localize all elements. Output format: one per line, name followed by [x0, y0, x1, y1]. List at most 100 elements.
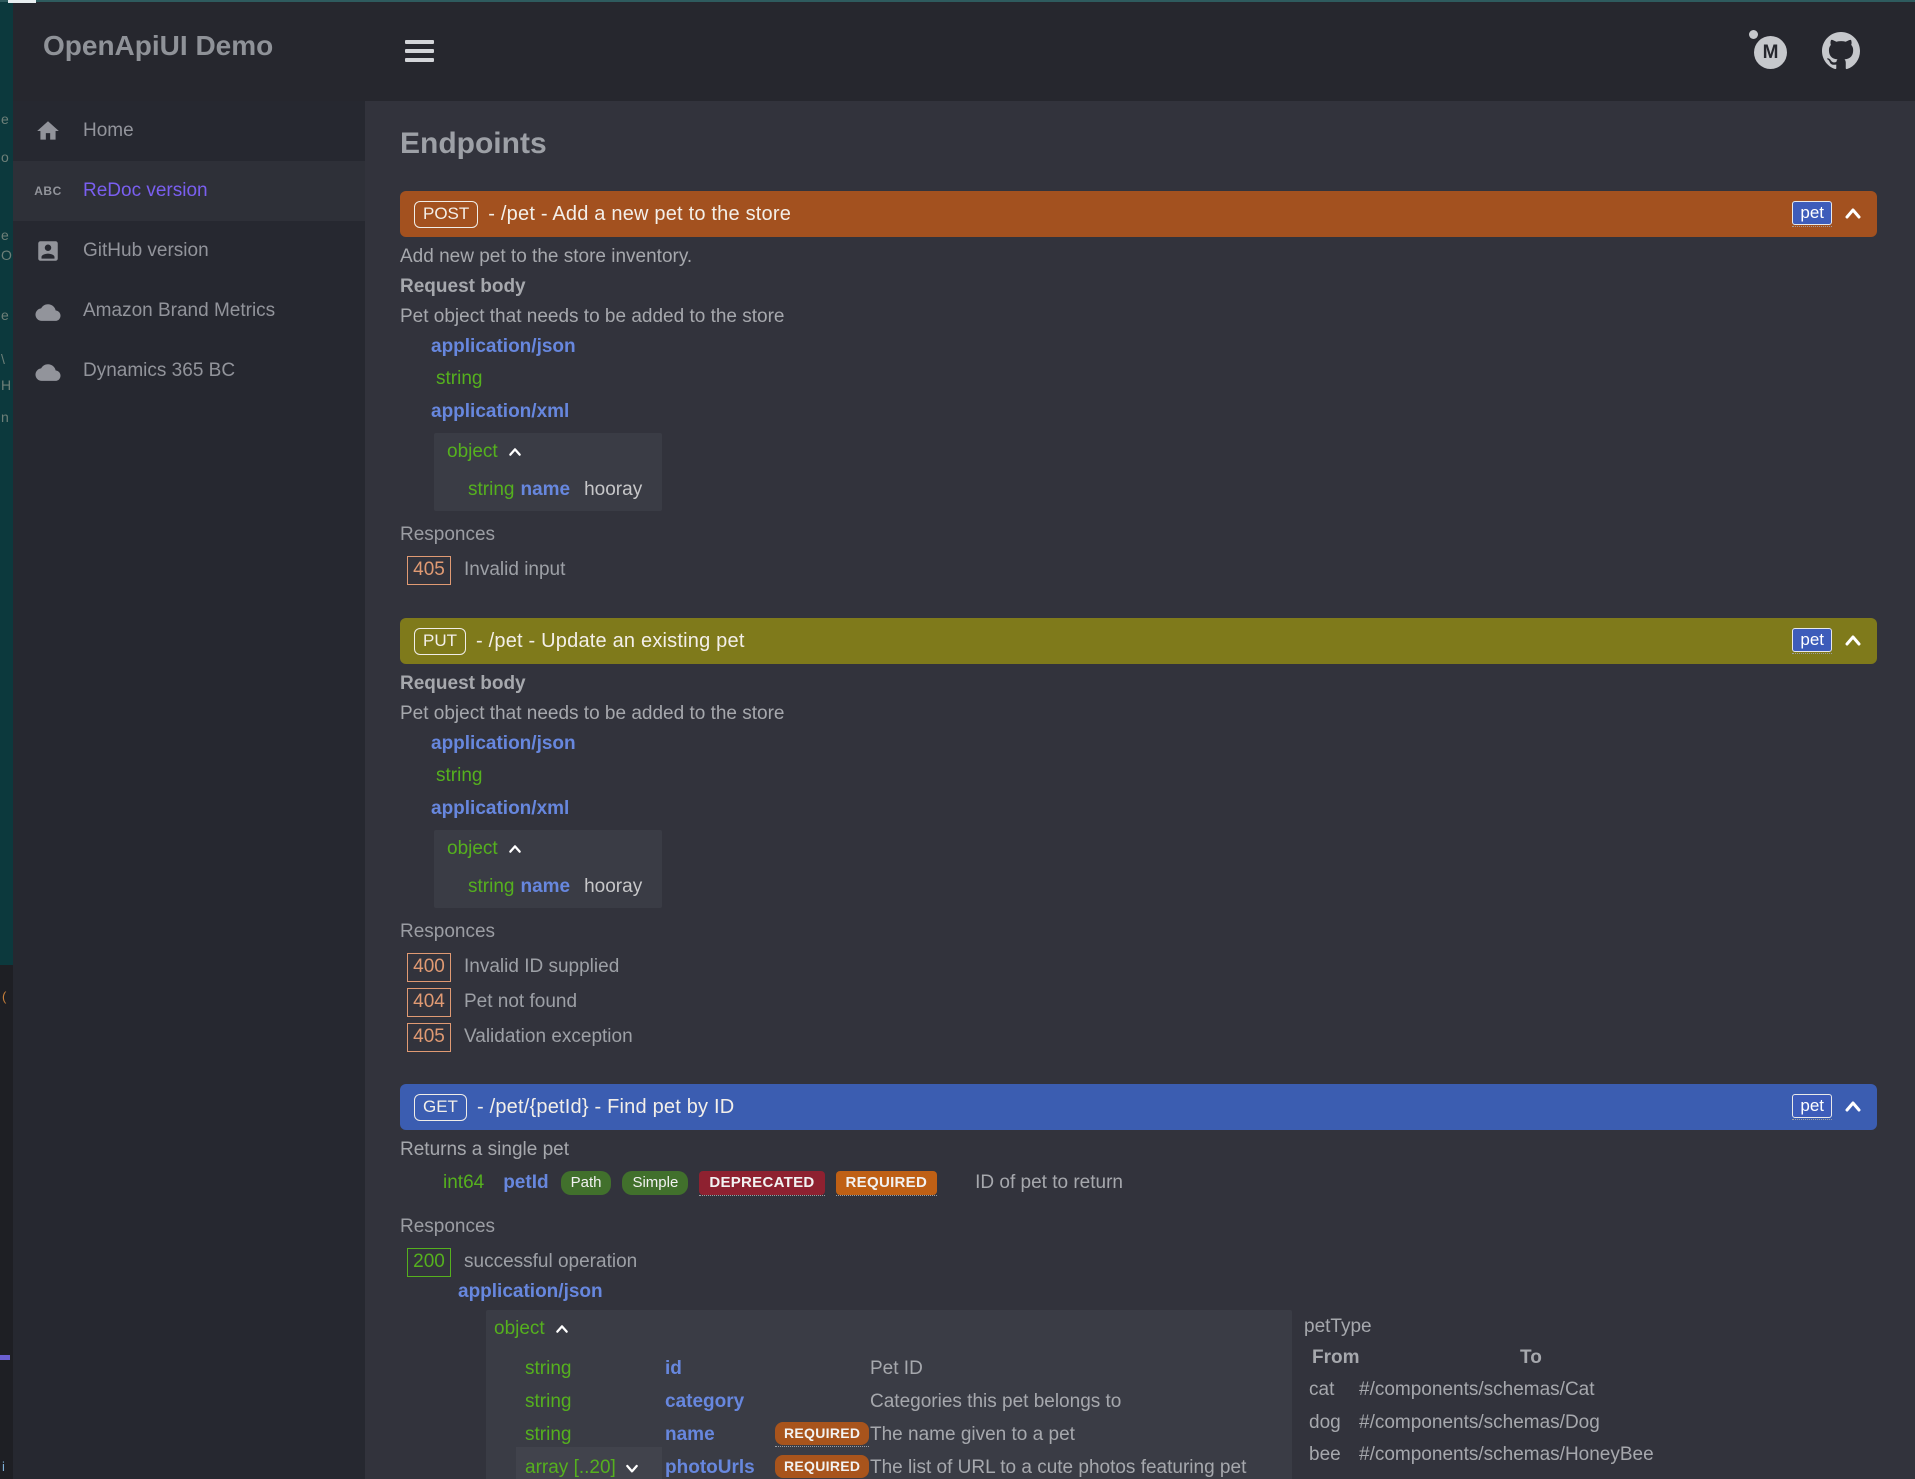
- tag-badge-pet[interactable]: pet: [1792, 1094, 1832, 1118]
- status-code-badge: 400: [407, 953, 451, 982]
- request-body-heading: Request body: [400, 669, 1877, 699]
- m-logo-circle: M: [1754, 36, 1787, 69]
- endpoint-title: - /pet - Update an existing pet: [476, 630, 745, 653]
- endpoint-header-get[interactable]: GET - /pet/{petId} - Find pet by ID pet: [400, 1084, 1877, 1130]
- required-badge: REQUIRED: [775, 1422, 869, 1445]
- media-json-type: string: [400, 759, 1877, 792]
- sidebar: Home ABC ReDoc version GitHub version Am…: [13, 101, 365, 1479]
- responses-heading: Responces: [400, 1212, 1877, 1242]
- expand-array-icon[interactable]: [623, 1460, 641, 1476]
- background-editor-edge: ( i: [0, 965, 13, 1479]
- endpoint-title: - /pet/{petId} - Find pet by ID: [477, 1096, 734, 1119]
- collapse-object-icon[interactable]: [506, 841, 524, 857]
- m-logo-icon[interactable]: M: [1747, 30, 1789, 72]
- discriminator-col-to: To: [1520, 1342, 1864, 1374]
- endpoint-header-put[interactable]: PUT - /pet - Update an existing pet pet: [400, 618, 1877, 664]
- window-top-border: [0, 0, 1915, 2]
- method-chip-post: POST: [414, 201, 478, 228]
- sidebar-item-amazon-brand-metrics[interactable]: Amazon Brand Metrics: [13, 281, 365, 341]
- sidebar-item-home[interactable]: Home: [13, 101, 365, 161]
- background-window-edge: e o e O e \ H n ( i: [0, 0, 13, 1479]
- response-row: 405 Invalid input: [400, 555, 1877, 585]
- media-type-xml: application/xml: [400, 792, 1877, 825]
- chevron-up-icon[interactable]: [1841, 202, 1865, 226]
- main-content: Endpoints POST - /pet - Add a new pet to…: [365, 101, 1915, 1479]
- status-text: Pet not found: [464, 991, 577, 1013]
- parameter-row: int64 petId Path Simple DEPRECATED REQUI…: [400, 1165, 1877, 1201]
- discriminator-row-dog: dog #/components/schemas/Dog: [1304, 1407, 1864, 1440]
- method-chip-get: GET: [414, 1094, 467, 1121]
- endpoint-title: - /pet - Add a new pet to the store: [488, 203, 791, 226]
- badge-required: REQUIRED: [836, 1171, 938, 1195]
- media-type-json: application/json: [400, 1277, 1877, 1307]
- schema-object-box: object string name hooray: [434, 830, 662, 908]
- status-text: Invalid ID supplied: [464, 956, 619, 978]
- status-code-badge: 200: [407, 1248, 451, 1277]
- status-text: Validation exception: [464, 1026, 633, 1048]
- menu-icon[interactable]: [405, 40, 435, 64]
- endpoint-post-pet: POST - /pet - Add a new pet to the store…: [400, 191, 1877, 585]
- discriminator-title: petType: [1304, 1312, 1864, 1342]
- sidebar-item-dynamics-365-bc[interactable]: Dynamics 365 BC: [13, 341, 365, 401]
- schema-type: object: [494, 1318, 545, 1340]
- badge-deprecated: DEPRECATED: [699, 1171, 824, 1195]
- required-badge: REQUIRED: [775, 1455, 869, 1478]
- chevron-up-icon[interactable]: [1841, 629, 1865, 653]
- responses-heading: Responces: [400, 917, 1877, 947]
- tag-badge-pet[interactable]: pet: [1792, 628, 1832, 652]
- badge-path: Path: [561, 1171, 612, 1195]
- home-icon: [33, 116, 63, 146]
- collapse-object-icon[interactable]: [506, 444, 524, 460]
- m-logo-dot: [1749, 30, 1758, 39]
- responses-heading: Responces: [400, 520, 1877, 550]
- status-text: successful operation: [464, 1251, 637, 1273]
- schema-object-box: object stringnamehooray: [434, 433, 662, 511]
- chevron-up-icon[interactable]: [1841, 1095, 1865, 1119]
- property-type: string: [468, 876, 514, 897]
- tag-badge-pet[interactable]: pet: [1792, 201, 1832, 225]
- parameter-description: ID of pet to return: [975, 1172, 1123, 1194]
- schema-row-description: Categories this pet belongs to: [870, 1391, 1278, 1413]
- sidebar-item-label: Home: [83, 120, 134, 142]
- request-body-description: Pet object that needs to be added to the…: [400, 302, 1877, 332]
- sidebar-item-label: Dynamics 365 BC: [83, 360, 235, 382]
- property-type: string: [468, 479, 514, 500]
- page-title: Endpoints: [400, 127, 1877, 161]
- sidebar-item-github-version[interactable]: GitHub version: [13, 221, 365, 281]
- media-json-type: string: [400, 362, 1877, 395]
- sidebar-item-redoc-version[interactable]: ABC ReDoc version: [13, 161, 365, 221]
- endpoint-header-post[interactable]: POST - /pet - Add a new pet to the store…: [400, 191, 1877, 237]
- status-text: Invalid input: [464, 559, 565, 581]
- badge-simple: Simple: [622, 1171, 688, 1195]
- discriminator-table: petType From To cat #/components/schemas…: [1304, 1312, 1864, 1472]
- media-type-xml: application/xml: [400, 395, 1877, 428]
- schema-row-description: The list of URL to a cute photos featuri…: [870, 1457, 1278, 1479]
- response-row: 400 Invalid ID supplied: [400, 952, 1877, 982]
- cloud-icon: [33, 356, 63, 386]
- status-code-badge: 405: [407, 556, 451, 585]
- github-icon[interactable]: [1822, 32, 1860, 70]
- status-code-badge: 405: [407, 1023, 451, 1052]
- edge-fragment: [0, 1355, 10, 1360]
- endpoint-description: Add new pet to the store inventory.: [400, 242, 1877, 272]
- collapse-object-icon[interactable]: [553, 1321, 571, 1337]
- schema-type: object: [447, 838, 498, 860]
- schema-row-description: Pet ID: [870, 1358, 1278, 1380]
- schema-row-id: string id Pet ID: [494, 1352, 1278, 1385]
- endpoint-summary: Returns a single pet: [400, 1135, 1877, 1165]
- abc-icon: ABC: [33, 176, 63, 206]
- schema-row-category: string category Categories this pet belo…: [494, 1385, 1278, 1418]
- sidebar-item-label: GitHub version: [83, 240, 209, 262]
- property-example: hooray: [584, 479, 642, 500]
- sidebar-item-label: Amazon Brand Metrics: [83, 300, 275, 322]
- schema-type: object: [447, 441, 498, 463]
- property-name: name: [520, 876, 570, 897]
- media-type-json: application/json: [400, 729, 1877, 759]
- property-example: hooray: [584, 876, 642, 897]
- endpoint-put-pet: PUT - /pet - Update an existing pet pet …: [400, 618, 1877, 1052]
- window-top-tick: [8, 0, 36, 3]
- cloud-icon: [33, 296, 63, 326]
- app-title: OpenApiUI Demo: [43, 30, 273, 62]
- discriminator-row-bee: bee #/components/schemas/HoneyBee: [1304, 1439, 1864, 1472]
- discriminator-row-cat: cat #/components/schemas/Cat: [1304, 1374, 1864, 1407]
